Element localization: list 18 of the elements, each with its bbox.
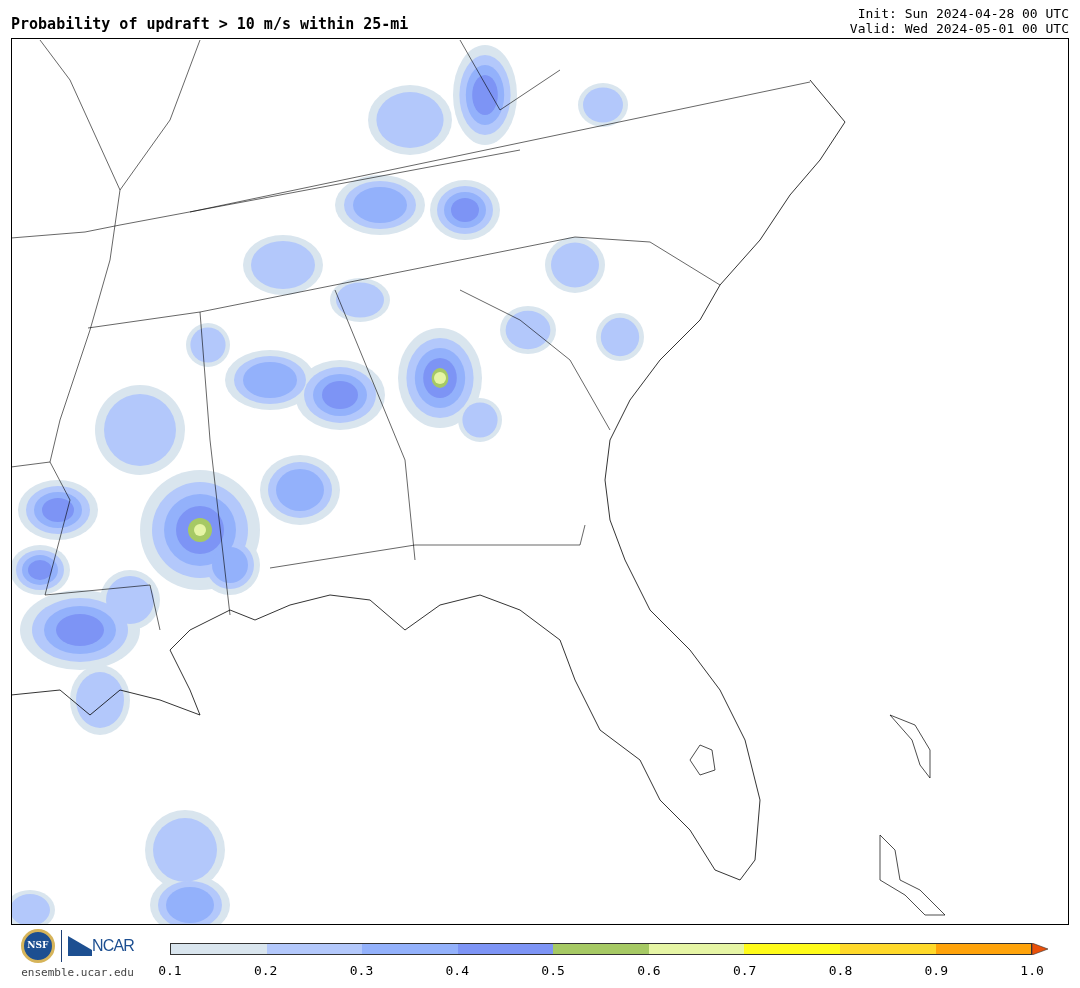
scale-tick-label: 0.4: [444, 962, 471, 980]
ncar-logo-icon: [67, 936, 92, 956]
scale-tick-label: 0.8: [827, 962, 854, 980]
scale-tick-label: 1.0: [1019, 962, 1045, 980]
site-url: ensemble.ucar.edu: [21, 965, 134, 981]
scale-tick-label: 0.6: [636, 962, 662, 980]
valid-time: Valid: Wed 2024-05-01 00 UTC: [849, 21, 1069, 36]
scale-tick-label: 0.7: [731, 962, 758, 980]
scale-tick-label: 0.3: [348, 962, 375, 980]
chart-title: Probability of updraft > 10 m/s within 25-mi: [11, 17, 409, 32]
init-time: Init: Sun 2024-04-28 00 UTC: [857, 6, 1069, 21]
lake-drawing: [689, 744, 716, 776]
scale-tick-label: 0.9: [923, 962, 950, 980]
scale-tick-label: 0.5: [540, 962, 566, 980]
island-drawing: [889, 714, 931, 779]
ncar-logo: NCAR: [91, 936, 135, 956]
nsf-logo: NSF: [20, 929, 55, 963]
scale-tick-label: 0.2: [252, 962, 279, 980]
